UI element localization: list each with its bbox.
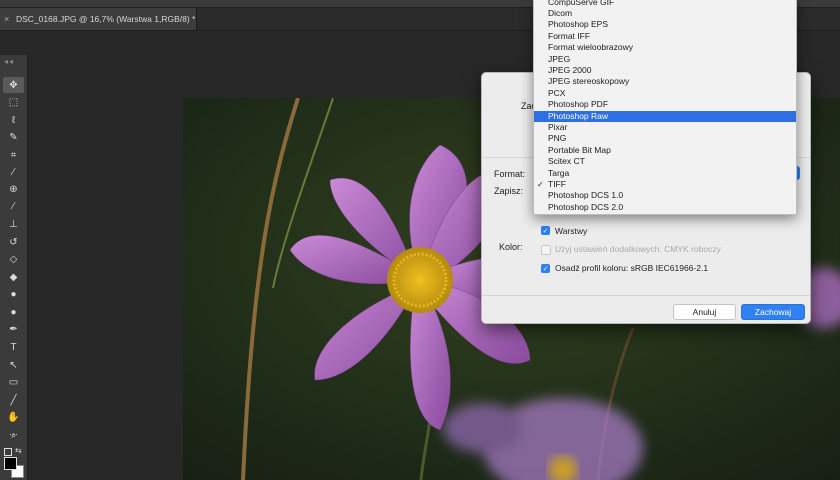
color-label: Kolor: (499, 242, 523, 252)
format-menu-item[interactable]: JPEG 2000 (534, 65, 796, 76)
hand-tool-icon[interactable]: ✋ (3, 409, 24, 425)
format-menu-item[interactable]: ✓ TIFF (534, 179, 796, 190)
format-dropdown-menu: CompuServe GIF Dicom Photoshop EPS Format I… (533, 0, 797, 215)
brush-tool-icon[interactable]: ⁄ (3, 198, 24, 214)
format-menu-item-label: Photoshop PDF (548, 99, 609, 110)
format-menu-item[interactable]: JPEG stereoskopowy (534, 76, 796, 87)
eraser-tool-icon[interactable]: ◇ (3, 251, 24, 267)
dialog-footer-separator (482, 295, 810, 296)
layers-option-label: Warstwy (555, 226, 588, 236)
format-menu-item-label: JPEG 2000 (548, 64, 592, 75)
format-menu-item[interactable]: Format wieloobrazowy (534, 42, 796, 53)
line-tool-icon[interactable]: ╱ (3, 392, 24, 408)
format-menu-item[interactable]: Scitex CT (534, 156, 796, 167)
default-colors-icon[interactable] (4, 448, 12, 456)
format-menu-item[interactable]: Photoshop DCS 1.0 (534, 190, 796, 201)
proof-setup-checkbox[interactable] (541, 245, 551, 255)
quick-select-tool-icon[interactable]: ✎ (3, 129, 24, 145)
lasso-tool-icon[interactable]: ℓ (3, 112, 24, 128)
collapse-panel-icon[interactable]: ◂◂ (4, 57, 14, 66)
layers-checkbox[interactable]: ✓ (541, 226, 550, 235)
more-tools-icon[interactable]: ··· (3, 426, 24, 442)
move-tool-icon[interactable]: ✥ (3, 77, 24, 93)
cancel-button[interactable]: Anuluj (673, 304, 736, 320)
embed-profile-checkbox[interactable]: ✓ (541, 264, 550, 273)
path-select-tool-icon[interactable]: ↖ (3, 357, 24, 373)
format-menu-item-label: PCX (548, 87, 566, 98)
format-menu-item[interactable]: CompuServe GIF (534, 0, 796, 8)
format-menu-item-label: Portable Bit Map (548, 144, 611, 155)
format-menu-item-label: Pixar (548, 121, 568, 132)
format-menu-item-label: CompuServe GIF (548, 0, 615, 7)
format-menu-item-label: TIFF (548, 178, 566, 189)
marquee-tool-icon[interactable]: ⬚ (3, 94, 24, 110)
dodge-tool-icon[interactable]: ● (3, 304, 24, 320)
crop-tool-icon[interactable]: ⌗ (3, 147, 24, 163)
close-tab-icon[interactable]: × (4, 14, 14, 24)
format-menu-item-label: Photoshop EPS (548, 19, 609, 30)
document-tab-title: DSC_0168.JPG @ 16,7% (Warstwa 1,RGB/8) * (16, 14, 196, 24)
format-menu-item[interactable]: Photoshop Raw (534, 110, 796, 122)
format-menu-item-label: Dicom (548, 7, 573, 18)
format-menu-item[interactable]: Pixar (534, 122, 796, 133)
eyedropper-tool-icon[interactable]: ⁄ (3, 164, 24, 180)
checkmark-icon: ✓ (537, 179, 544, 189)
proof-setup-option-label: Użyj ustawień dodatkowych: CMYK roboczy (555, 244, 721, 254)
tools-panel: ◂◂ ✥ ⬚ ℓ ✎ ⌗ ⁄ ⊕ ⁄ ⊥ ↺ ◇ ◆ ● ● ✒ T ↖ ▭ ╱ ✋ ⌕ ··· ⇆ (0, 55, 28, 480)
history-brush-tool-icon[interactable]: ↺ (3, 234, 24, 250)
pen-tool-icon[interactable]: ✒ (3, 321, 24, 337)
blur-tool-icon[interactable]: ● (3, 286, 24, 302)
healing-brush-tool-icon[interactable]: ⊕ (3, 181, 24, 197)
clone-stamp-tool-icon[interactable]: ⊥ (3, 216, 24, 232)
format-menu-item[interactable]: Portable Bit Map (534, 145, 796, 156)
format-menu-item[interactable]: Targa (534, 168, 796, 179)
format-menu-item-label: JPEG stereoskopowy (548, 76, 630, 87)
format-menu-item-label: Photoshop Raw (548, 110, 609, 121)
format-menu-item[interactable]: Format IFF (534, 31, 796, 42)
format-menu-item-label: JPEG (548, 53, 571, 64)
format-menu-item-label: Format wieloobrazowy (548, 42, 634, 53)
swap-colors-icon[interactable]: ⇆ (15, 446, 22, 455)
document-tab[interactable]: × DSC_0168.JPG @ 16,7% (Warstwa 1,RGB/8)… (0, 8, 197, 30)
format-menu-item-label: Targa (548, 167, 570, 178)
format-menu-item[interactable]: Dicom (534, 8, 796, 19)
save-label: Zapisz: (494, 186, 524, 196)
format-label: Format: (494, 169, 526, 179)
format-menu-item[interactable]: Photoshop DCS 2.0 (534, 202, 796, 213)
format-menu-item[interactable]: PCX (534, 88, 796, 99)
save-button[interactable]: Zachowaj (741, 304, 805, 320)
format-menu-item[interactable]: Photoshop EPS (534, 19, 796, 30)
embed-profile-option-label: Osadź profil koloru: sRGB IEC61966-2.1 (555, 263, 709, 273)
format-menu-item[interactable]: JPEG (534, 54, 796, 65)
format-menu-item-label: PNG (548, 133, 567, 144)
format-menu-item[interactable]: PNG (534, 133, 796, 144)
paint-bucket-tool-icon[interactable]: ◆ (3, 269, 24, 285)
rectangle-tool-icon[interactable]: ▭ (3, 374, 24, 390)
type-tool-icon[interactable]: T (3, 339, 24, 355)
format-menu-item-label: Format IFF (548, 30, 591, 41)
format-menu-item-label: Photoshop DCS 2.0 (548, 201, 624, 212)
format-menu-item-label: Scitex CT (548, 156, 585, 167)
format-menu-item-label: Photoshop DCS 1.0 (548, 190, 624, 201)
foreground-color-swatch[interactable] (4, 457, 17, 470)
format-menu-item[interactable]: Photoshop PDF (534, 99, 796, 110)
